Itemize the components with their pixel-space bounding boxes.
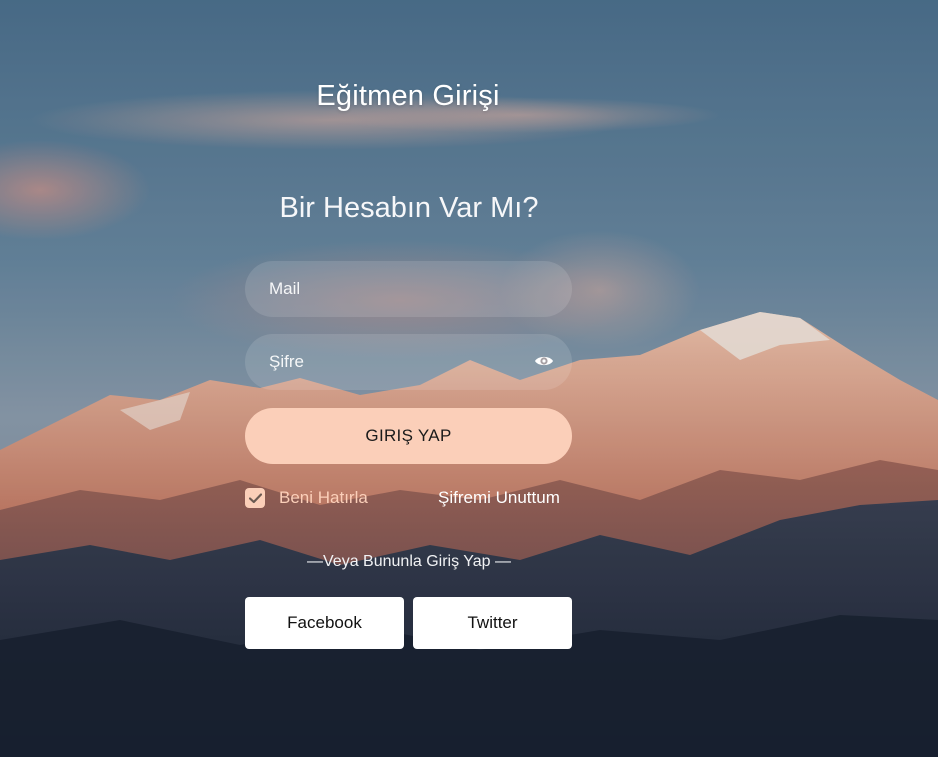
twitter-login-button[interactable]: Twitter [413, 597, 572, 649]
eye-icon[interactable] [534, 353, 554, 369]
facebook-login-button[interactable]: Facebook [245, 597, 404, 649]
remember-me-label: Beni Hatırla [279, 488, 368, 507]
mail-input[interactable] [245, 261, 572, 317]
page-subtitle: Bir Hesabın Var Mı? [279, 192, 539, 224]
login-button[interactable]: GIRIŞ YAP [245, 408, 572, 464]
password-field-wrapper [245, 334, 572, 390]
login-panel: Eğitmen Girişi Bir Hesabın Var Mı? GIRIŞ… [0, 0, 938, 757]
page-title: Eğitmen Girişi [316, 80, 500, 112]
remember-me-checkbox[interactable]: Beni Hatırla [245, 487, 368, 509]
mail-field-wrapper [245, 261, 572, 317]
forgot-password-link[interactable]: Şifremi Unuttum [438, 488, 560, 508]
checkbox-checked-icon[interactable] [245, 488, 265, 508]
password-input[interactable] [245, 334, 572, 390]
social-divider-text: —Veya Bununla Giriş Yap — [307, 553, 511, 570]
